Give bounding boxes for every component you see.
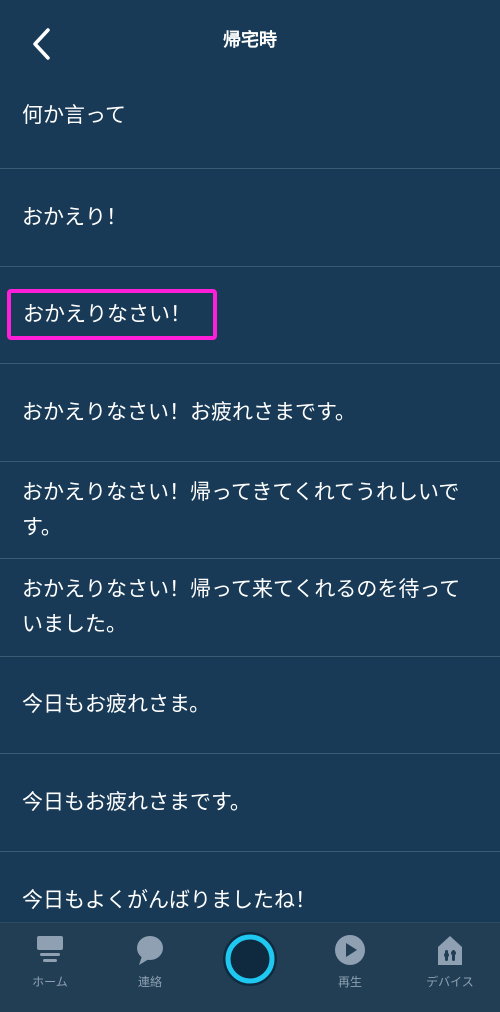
tab-play-label: 再生 (337, 975, 362, 989)
devices-icon (434, 933, 466, 967)
list-item[interactable]: 今日もお疲れさまです。 (0, 754, 500, 852)
list-item[interactable]: おかえり！ (0, 169, 500, 267)
tab-home[interactable]: ホーム (0, 923, 100, 1012)
list-item-text: おかえりなさい！ (7, 289, 217, 341)
tab-contacts[interactable]: 連絡 (100, 923, 200, 1012)
tab-contacts-label: 連絡 (137, 975, 162, 989)
list-item[interactable]: おかえりなさい！帰って来てくれるのを待っていました。 (0, 559, 500, 657)
app-screen: 帰宅時 何か言って おかえり！ おかえりなさい！ おかえりなさい！お疲れさまです… (0, 0, 500, 1012)
list-item[interactable]: おかえりなさい！お疲れさまです。 (0, 364, 500, 462)
list-item-text: おかえりなさい！帰って来てくれるのを待っていました。 (22, 577, 461, 637)
list-item-text: おかえり！ (22, 204, 127, 229)
play-icon (334, 933, 366, 967)
speech-bubble-icon (134, 933, 166, 967)
bottom-tab-bar: ホーム 連絡 再生 デバイス (0, 922, 500, 1012)
list-item-text: 今日もお疲れさまです。 (22, 789, 251, 814)
list-item[interactable]: 今日もお疲れさま。 (0, 657, 500, 754)
list-item[interactable]: おかえりなさい！帰ってきてくれてうれしいです。 (0, 462, 500, 559)
tab-home-label: ホーム (32, 975, 68, 989)
list-item-text: 何か言って (22, 102, 126, 127)
list-item-text: 今日もお疲れさま。 (22, 692, 211, 717)
tab-devices-label: デバイス (426, 975, 474, 989)
home-icon (34, 933, 66, 967)
page-title: 帰宅時 (223, 30, 277, 51)
alexa-button[interactable] (223, 932, 277, 986)
phrase-list: 何か言って おかえり！ おかえりなさい！ おかえりなさい！お疲れさまです。 おか… (0, 62, 500, 949)
tab-devices[interactable]: デバイス (400, 923, 500, 1012)
tab-play[interactable]: 再生 (300, 923, 400, 1012)
list-item-text: 今日もよくがんばりましたね！ (22, 887, 316, 912)
list-item-text: おかえりなさい！帰ってきてくれてうれしいです。 (22, 479, 460, 539)
list-item-text: おかえりなさい！お疲れさまです。 (22, 399, 356, 424)
list-item-selected[interactable]: おかえりなさい！ (0, 267, 500, 364)
list-item[interactable]: 何か言って (0, 62, 500, 169)
alexa-ring-icon (225, 934, 275, 984)
